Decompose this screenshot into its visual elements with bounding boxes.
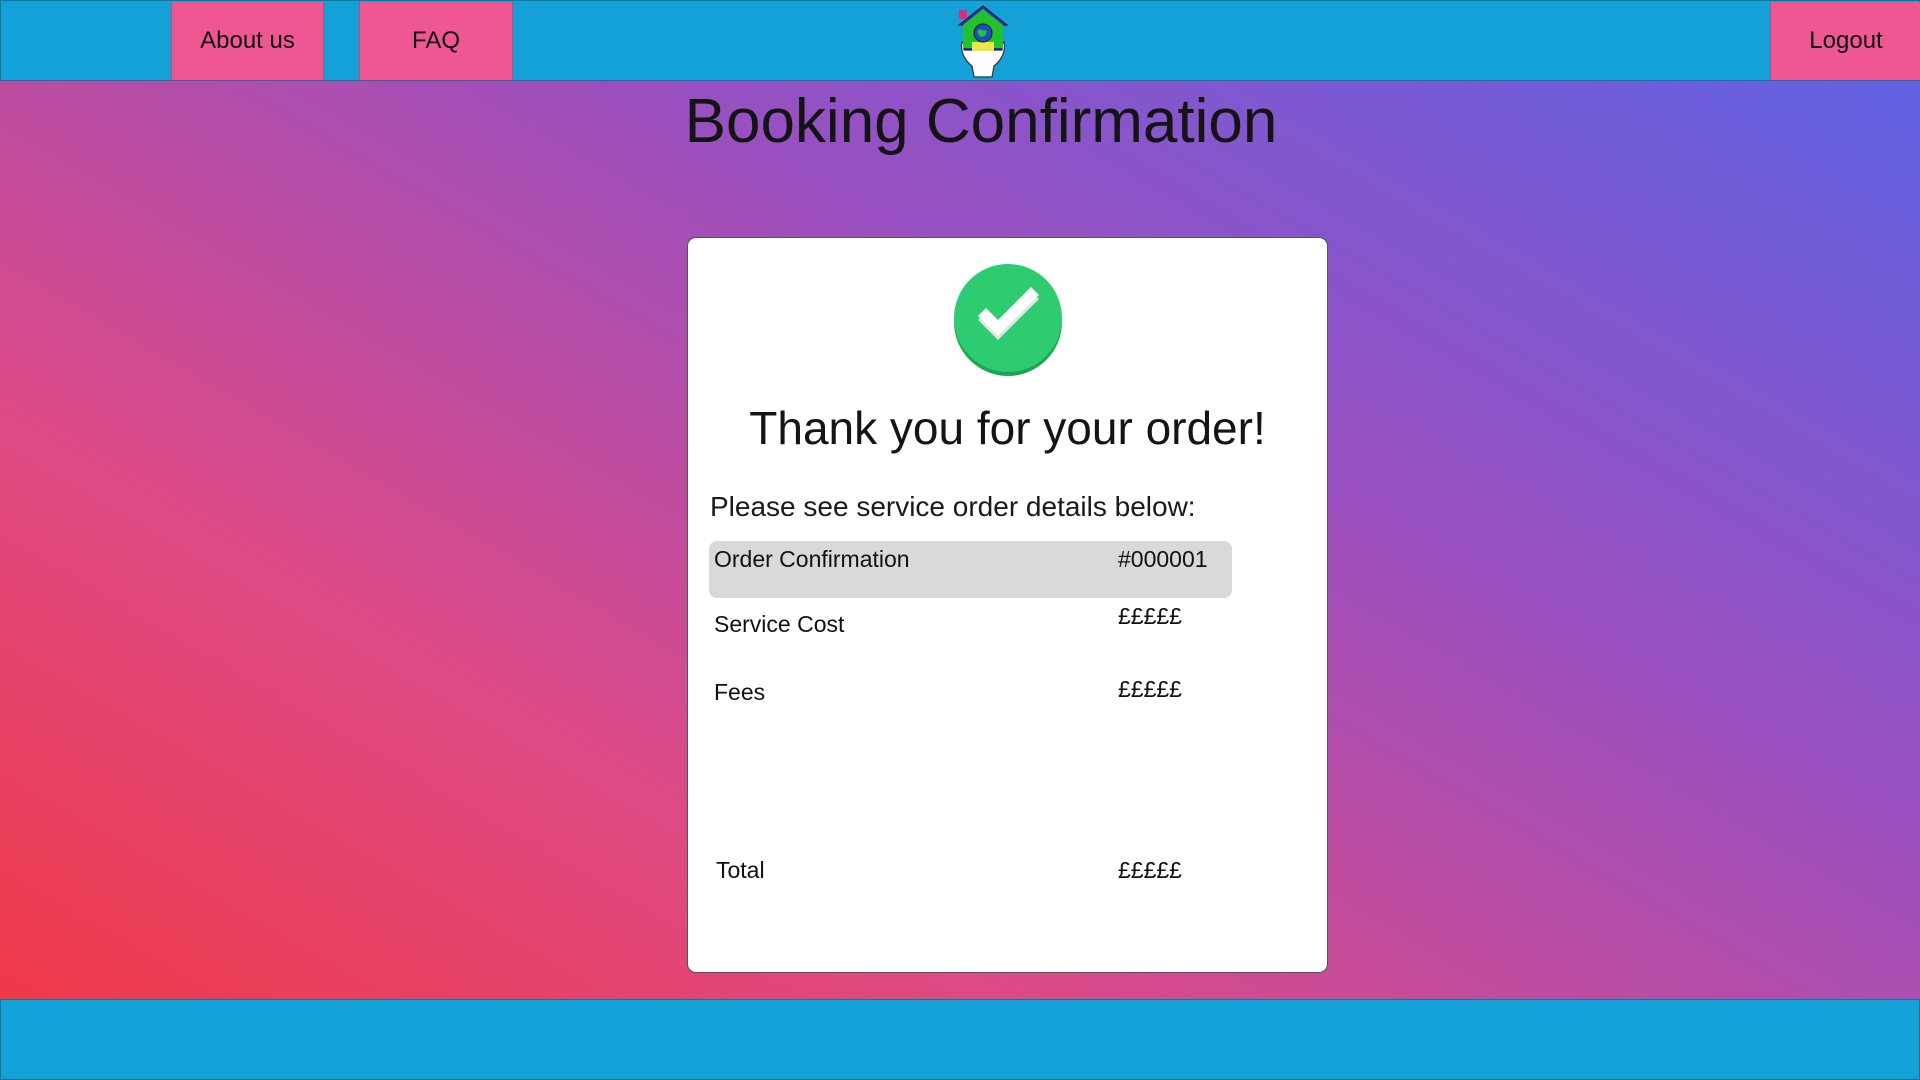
total-value: £££££ — [1118, 857, 1182, 883]
logout-button[interactable]: Logout — [1770, 2, 1920, 80]
nav-about-us-button[interactable]: About us — [171, 2, 324, 80]
service-cost-label: Service Cost — [714, 611, 845, 637]
confirmation-card: Thank you for your order! Please see ser… — [687, 237, 1328, 973]
order-confirmation-label: Order Confirmation — [714, 546, 910, 572]
nav-faq-button[interactable]: FAQ — [359, 2, 513, 80]
page: About us FAQ Logout Booking Confirmation — [0, 0, 1920, 1080]
logout-label: Logout — [1809, 27, 1883, 54]
top-navigation-bar: About us FAQ Logout — [0, 0, 1920, 81]
page-title: Booking Confirmation — [684, 87, 1278, 156]
fees-label: Fees — [714, 679, 766, 705]
service-cost-value: £££££ — [1118, 603, 1182, 629]
total-label: Total — [716, 857, 765, 883]
order-confirmation-number: #000001 — [1118, 546, 1208, 572]
order-details-subtitle: Please see service order details below: — [710, 491, 1196, 522]
nav-about-us-label: About us — [200, 27, 295, 54]
house-globe-hand-icon[interactable] — [952, 4, 1014, 78]
footer-bar — [0, 999, 1920, 1080]
check-circle-icon — [954, 264, 1062, 376]
nav-faq-label: FAQ — [411, 27, 460, 54]
fees-value: £££££ — [1118, 676, 1182, 702]
order-confirmation-row: Order Confirmation #000001 — [709, 541, 1232, 598]
thank-you-heading: Thank you for your order! — [749, 402, 1266, 454]
